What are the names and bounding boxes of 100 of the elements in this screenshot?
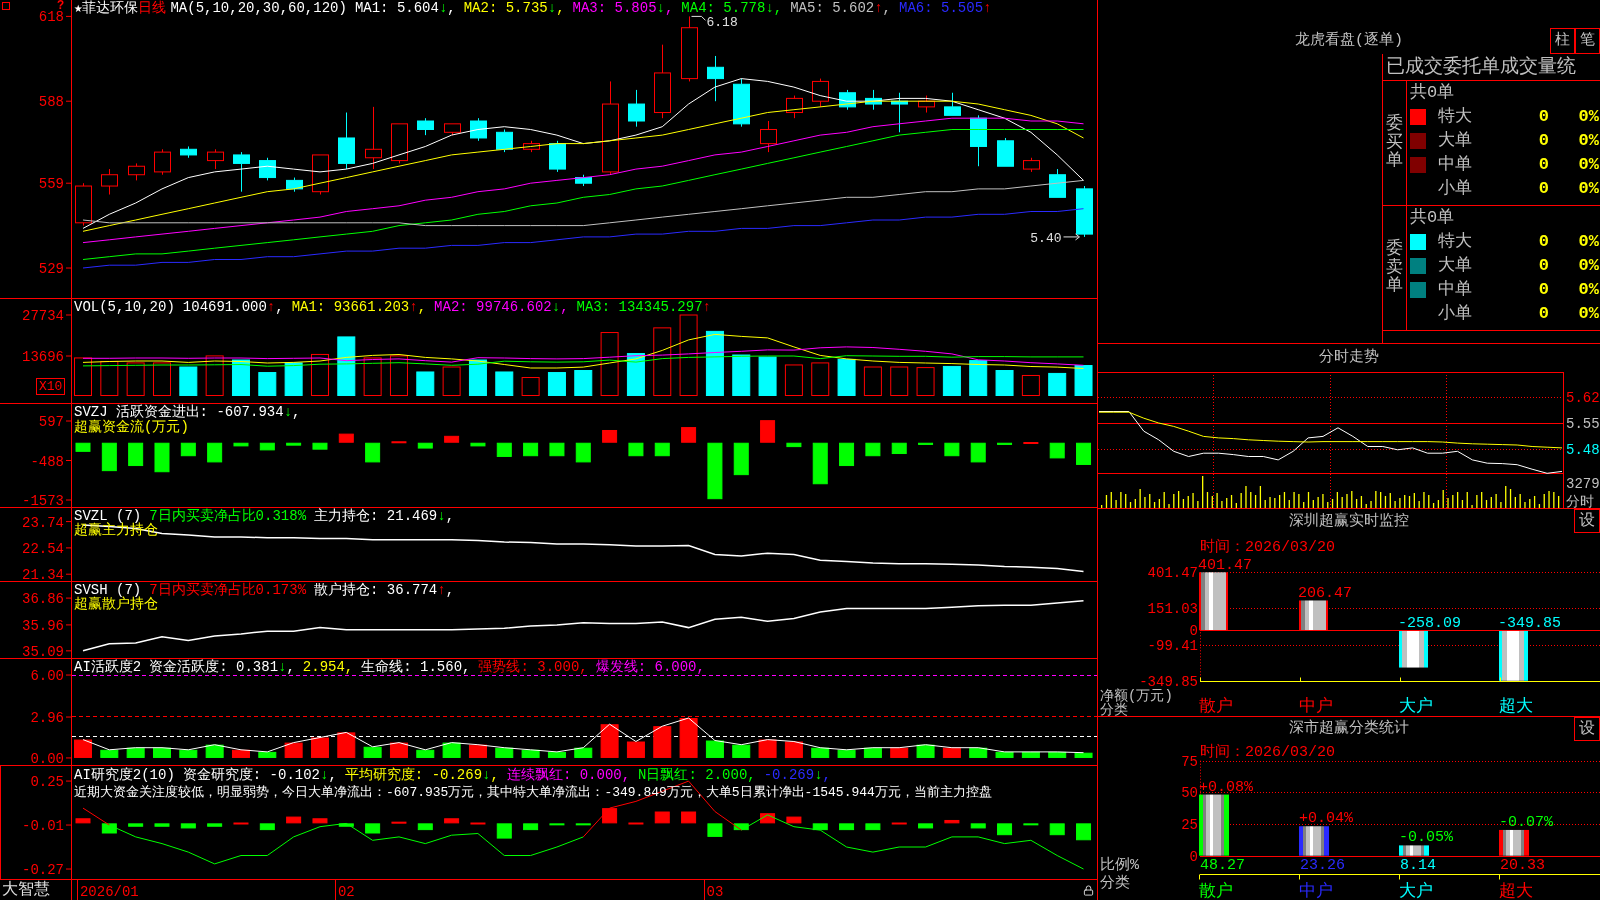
activity-bar xyxy=(653,726,672,758)
order-size-label: 特大 xyxy=(1438,231,1473,254)
activity-bar xyxy=(310,737,329,758)
volume-bar xyxy=(258,372,277,396)
order-size-label: 特大 xyxy=(1438,106,1473,129)
settings-button[interactable]: 设 xyxy=(1574,717,1600,741)
research-bar xyxy=(101,823,117,834)
fund-flow-bar xyxy=(997,442,1013,445)
fund-flow-bar xyxy=(207,442,223,463)
bar-value-label: 401.47 xyxy=(1198,557,1252,575)
change-label: -0.05% xyxy=(1399,829,1453,847)
research-bar xyxy=(391,821,407,824)
volume-bar xyxy=(1048,372,1067,396)
fund-flow-bar xyxy=(602,430,618,443)
candlestick xyxy=(233,151,250,193)
volume-bar xyxy=(574,370,593,396)
order-count: 0 xyxy=(1538,178,1549,201)
axis-tick-label: -0.01 xyxy=(22,818,64,835)
candlestick xyxy=(707,55,724,102)
research-bar xyxy=(233,822,249,825)
net-amount-bar xyxy=(1199,572,1228,631)
settings-button[interactable]: 设 xyxy=(1574,509,1600,533)
candlestick xyxy=(523,140,540,153)
category-label: 大户 xyxy=(1399,882,1433,900)
share-bar xyxy=(1299,826,1329,856)
activity-bar xyxy=(389,742,408,758)
fund-flow-bar xyxy=(865,442,881,457)
activity-bar xyxy=(626,741,645,758)
fund-flow-bar xyxy=(154,442,170,473)
category-label: 散户 xyxy=(1199,697,1233,716)
fund-flow-bar xyxy=(681,427,697,443)
bar-value-label: 8.14 xyxy=(1400,857,1436,874)
category-label: 散户 xyxy=(1199,882,1233,900)
change-label: -0.07% xyxy=(1499,813,1553,831)
activity-bar xyxy=(969,747,988,758)
fund-flow-bar xyxy=(1049,442,1065,459)
candlestick xyxy=(259,157,276,181)
corner-box-icon xyxy=(2,2,10,10)
period-label: 日线 xyxy=(138,1,167,16)
fund-flow-bar xyxy=(180,442,196,457)
axis-tick-label: 35.09 xyxy=(22,643,64,658)
activity-bar xyxy=(890,747,909,758)
research-bar xyxy=(180,823,196,829)
research-bar xyxy=(523,823,539,831)
volume-bar xyxy=(495,371,514,396)
help-mark[interactable]: ? xyxy=(57,0,65,12)
fund-flow-bar xyxy=(760,420,776,443)
research-bar xyxy=(338,823,354,827)
fund-flow-bar xyxy=(944,442,960,457)
order-size-label: 大单 xyxy=(1438,130,1473,153)
net-amount-bar xyxy=(1499,630,1528,681)
order-percent: 0% xyxy=(1578,130,1599,153)
activity-bar xyxy=(232,749,250,758)
axis-tick-label: 588 xyxy=(38,94,64,111)
order-percent: 0% xyxy=(1578,255,1599,278)
indicator-reading: 强势线: 3.000, xyxy=(478,660,588,675)
fund-flow-bar xyxy=(286,442,302,446)
share-bar xyxy=(1499,829,1529,856)
candlestick xyxy=(1023,157,1040,173)
fund-flow-bar xyxy=(259,442,275,451)
volume-bar xyxy=(600,332,619,396)
order-size-label: 小单 xyxy=(1438,178,1473,201)
candlestick xyxy=(839,89,856,111)
candlestick xyxy=(786,95,803,119)
group-label: 委卖单 xyxy=(1386,239,1403,297)
activity-bar xyxy=(705,740,724,758)
indicator-subtitle: 超赢散户持仓 xyxy=(74,597,158,611)
fund-flow-bar xyxy=(733,442,749,476)
category-label: 中户 xyxy=(1299,882,1333,900)
category-label: 超大 xyxy=(1499,697,1533,716)
order-percent: 0% xyxy=(1578,106,1599,129)
fund-flow-bar xyxy=(365,442,381,463)
axis-tick-label: 401.47 xyxy=(1147,565,1198,582)
volume-bar xyxy=(547,372,566,396)
view-toggle-button[interactable]: 柱 xyxy=(1550,28,1575,54)
indicator-reading: 连续飘红: 0.000, xyxy=(506,766,631,784)
candlestick xyxy=(338,112,355,170)
candlestick xyxy=(1049,168,1066,198)
indicator-reading: MA4: 5.778↓, xyxy=(681,1,783,16)
order-size-label: 大单 xyxy=(1438,255,1473,278)
activity-bar xyxy=(679,718,698,758)
candlestick xyxy=(128,162,145,181)
axis-tick-label: 151.03 xyxy=(1147,601,1198,618)
fund-flow-bar xyxy=(812,442,828,485)
date-axis-label: 02 xyxy=(337,884,355,900)
indicator-reading: 104691.000↑, xyxy=(182,300,284,315)
candlestick xyxy=(286,177,303,193)
price-tick-label: 5.48 xyxy=(1566,442,1600,459)
research-bar xyxy=(1049,823,1065,836)
volume-bar xyxy=(205,355,224,396)
indicator-reading: 7日内买卖净占比0.318% xyxy=(149,509,307,523)
axis-unit-label: 分时 xyxy=(1566,494,1594,508)
volume-bar xyxy=(363,357,382,396)
view-toggle-button[interactable]: 笔 xyxy=(1575,28,1600,54)
indicator-reading: 散户持仓: 36.774↑, xyxy=(314,583,455,597)
indicator-reading: MA5: 5.602↑, xyxy=(790,1,891,16)
candlestick xyxy=(470,117,487,142)
leader-line-icon xyxy=(691,15,706,21)
research-bar xyxy=(575,823,591,826)
change-label: +0.04% xyxy=(1299,810,1353,828)
